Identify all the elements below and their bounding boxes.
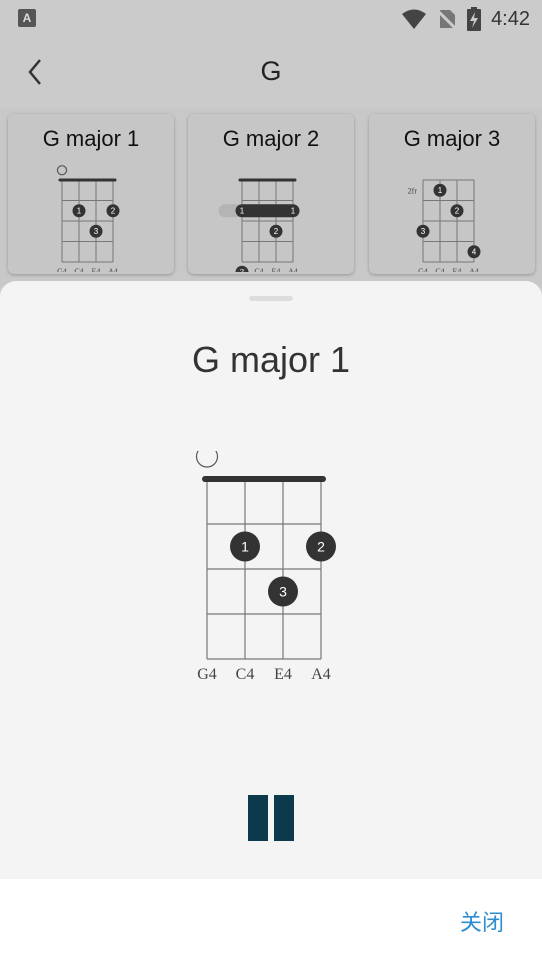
- chord-diagram-mini: 1 2 3 G4 C4 E4 A4: [56, 165, 120, 272]
- chord-detail-sheet: G major 1 1 2 3 G4 C4 E4 A4: [0, 281, 542, 879]
- string-name-label: C4: [236, 666, 255, 683]
- chord-card-title: G major 3: [403, 126, 501, 151]
- chord-card-list: G major 1 1 2 3 G4 C4 E4 A4 G major 2 1 1 2 3 G4 C4…: [0, 108, 542, 288]
- string-name-label: A4: [311, 666, 331, 683]
- pause-icon: [248, 795, 268, 841]
- chord-diagram-mini: 2fr 1 2 3 4 G4 C4 E4 A4: [408, 179, 481, 272]
- finger-number: 1: [241, 538, 249, 554]
- chord-card-3[interactable]: G major 3 2fr 1 2 3 4 G4 C4 E4 A4: [369, 114, 535, 274]
- finger-number: 3: [279, 583, 287, 599]
- string-name-label: G4: [418, 267, 428, 272]
- finger-number: 3: [421, 227, 426, 236]
- open-string-marker: [195, 451, 219, 468]
- sheet-chord-title: G major 1: [191, 339, 351, 380]
- wifi-icon: [402, 9, 427, 29]
- string-name-label: G4: [197, 666, 217, 683]
- finger-number: 1: [291, 207, 296, 216]
- chord-diagram-mini: 1123G4C4E4A4: [218, 178, 300, 272]
- chord-card-2[interactable]: G major 2 1123G4C4E4A4: [188, 114, 354, 274]
- status-time: 4:42: [491, 7, 530, 30]
- finger-number: 1: [438, 186, 443, 195]
- pause-button[interactable]: [248, 795, 294, 841]
- string-name-label: E4: [453, 267, 462, 272]
- chord-diagram-large: 1 2 3 G4 C4 E4 A4: [195, 451, 336, 683]
- chord-card-1[interactable]: G major 1 1 2 3 G4 C4 E4 A4: [8, 114, 174, 274]
- string-name-label: C4: [254, 267, 263, 272]
- string-name-label: G4: [57, 267, 67, 272]
- fret-position-label: 2fr: [408, 186, 418, 195]
- sheet-drag-handle[interactable]: [249, 296, 293, 301]
- string-name-label: A4: [108, 267, 118, 272]
- sheet-footer: 关闭: [0, 879, 542, 963]
- string-name-label: E4: [92, 267, 101, 272]
- finger-number: 3: [94, 227, 99, 236]
- open-string-marker: [56, 165, 68, 176]
- string-name-label: E4: [272, 267, 281, 272]
- chord-card-title: G major 2: [222, 126, 320, 151]
- status-bar: A 4:42: [0, 0, 542, 38]
- finger-number: 2: [455, 207, 460, 216]
- chord-card-title: G major 1: [42, 126, 140, 151]
- finger-number: 4: [472, 248, 477, 257]
- finger-number: 2: [317, 538, 325, 554]
- pause-icon: [274, 795, 294, 841]
- no-sim-icon: [437, 9, 458, 30]
- string-name-label: E4: [274, 666, 292, 683]
- string-name-label: C4: [74, 267, 83, 272]
- app-bar: G: [0, 38, 542, 108]
- finger-number: 1: [77, 207, 82, 216]
- string-name-label: A4: [288, 267, 298, 272]
- string-name-label: A4: [469, 267, 479, 272]
- notification-a-icon: A: [18, 9, 36, 27]
- status-icons: 4:42: [401, 6, 530, 32]
- close-button[interactable]: 关闭: [460, 905, 504, 937]
- finger-number: 2: [111, 207, 116, 216]
- page-title: G: [260, 56, 282, 86]
- string-name-label: C4: [435, 267, 444, 272]
- string-name-label: G4: [237, 267, 247, 272]
- finger-number: 2: [274, 227, 279, 236]
- battery-charging-icon: [467, 7, 482, 31]
- finger-number: 1: [240, 207, 245, 216]
